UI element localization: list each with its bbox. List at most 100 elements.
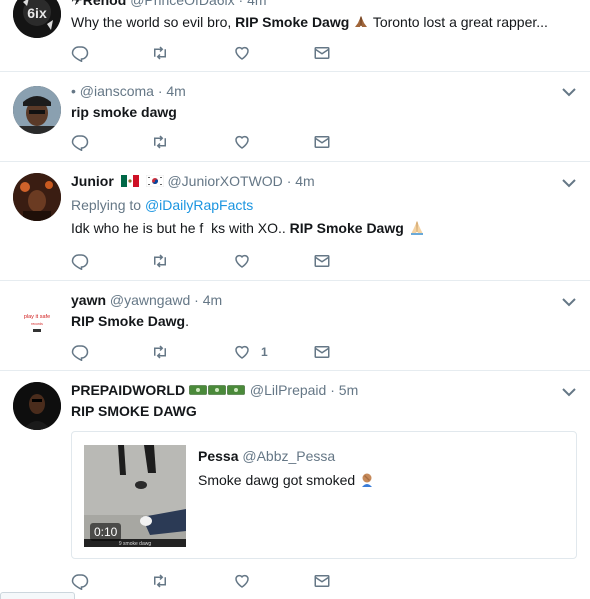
chevron-down-icon[interactable] xyxy=(562,178,576,188)
tweet[interactable]: 6ix ✈Renod @PrinceOfDa6ix · 4m Why the w… xyxy=(0,0,590,72)
avatar[interactable] xyxy=(13,173,61,221)
username[interactable]: @JuniorXOTWOD xyxy=(167,173,282,189)
timestamp[interactable]: 4m xyxy=(166,83,185,99)
tweet-text: Why the world so evil bro, RIP Smoke Daw… xyxy=(71,12,578,35)
heart-icon xyxy=(235,574,249,588)
video-thumbnail[interactable]: 9 smoke dawg 0:10 xyxy=(84,445,186,547)
chevron-down-icon[interactable] xyxy=(562,87,576,97)
retweet-button[interactable] xyxy=(151,571,169,591)
praying-hands-emoji-icon xyxy=(353,14,369,35)
tweet-text: rip smoke dawg xyxy=(71,104,177,120)
reply-icon xyxy=(71,135,89,151)
tweet-text-part: Why the world so evil bro, xyxy=(71,14,236,30)
display-name[interactable]: PREPAIDWORLD xyxy=(71,382,185,398)
tweet[interactable]: • @ianscoma · 4m rip smoke dawg xyxy=(0,71,590,162)
display-name[interactable]: yawn xyxy=(71,292,106,308)
like-button[interactable] xyxy=(233,132,251,152)
retweet-button[interactable] xyxy=(151,132,169,152)
reply-icon xyxy=(71,345,89,361)
chevron-down-icon[interactable] xyxy=(562,387,576,397)
direct-message-button[interactable] xyxy=(313,342,331,362)
username[interactable]: @yawngawd xyxy=(110,292,190,308)
reply-button[interactable] xyxy=(71,251,89,271)
avatar[interactable]: 6ix xyxy=(13,0,61,38)
tweet[interactable]: PREPAIDWORLD @LilPrepaid · 5m RIP SMOKE … xyxy=(0,371,590,599)
timestamp[interactable]: 4m xyxy=(295,173,314,189)
username[interactable]: @ianscoma xyxy=(80,83,154,99)
envelope-icon xyxy=(314,255,330,267)
retweet-button[interactable] xyxy=(151,43,169,63)
envelope-icon xyxy=(314,346,330,358)
direct-message-button[interactable] xyxy=(313,251,331,271)
tweet-header: PREPAIDWORLD @LilPrepaid · 5m xyxy=(71,380,578,400)
retweet-button[interactable] xyxy=(151,251,169,271)
direct-message-button[interactable] xyxy=(313,571,331,591)
timestamp[interactable]: 4m xyxy=(247,0,266,8)
reply-button[interactable] xyxy=(71,342,89,362)
like-button[interactable]: 1 xyxy=(233,342,268,362)
reply-button[interactable] xyxy=(71,571,89,591)
praying-hands-emoji-icon xyxy=(408,220,426,241)
like-button[interactable] xyxy=(233,571,251,591)
svg-text:6ix: 6ix xyxy=(27,5,47,21)
display-name[interactable]: ✈Renod xyxy=(71,0,126,8)
heart-icon xyxy=(235,46,249,60)
separator-dot: · xyxy=(330,382,335,398)
tweet-header: • @ianscoma · 4m xyxy=(71,81,578,101)
tweet-text-part: ks with XO.. xyxy=(211,220,290,236)
like-button[interactable] xyxy=(233,251,251,271)
tweet-text-part: Toronto lost a great rapper... xyxy=(369,14,548,30)
quoted-tweet[interactable]: 9 smoke dawg 0:10 Pessa @Abbz_Pessa Smok… xyxy=(71,431,577,559)
timestamp[interactable]: 4m xyxy=(203,292,222,308)
tweet-header: ✈Renod @PrinceOfDa6ix · 4m xyxy=(71,0,578,10)
tweet[interactable]: Junior @JuniorXOTWOD · 4m Replying to @i… xyxy=(0,162,590,281)
avatar[interactable] xyxy=(13,86,61,134)
tweet-text-part xyxy=(203,220,211,236)
horizontal-scrollbar[interactable] xyxy=(0,592,75,599)
timestamp[interactable]: 5m xyxy=(339,382,358,398)
tweet-text-bold: RIP Smoke Dawg xyxy=(235,14,350,30)
heart-icon xyxy=(235,345,249,359)
tweet-text-bold: RIP Smoke Dawg xyxy=(289,220,404,236)
envelope-icon xyxy=(314,575,330,587)
tweet-text: Idk who he is but he f ks with XO.. RIP … xyxy=(71,218,578,241)
tweet-feed: 6ix ✈Renod @PrinceOfDa6ix · 4m Why the w… xyxy=(0,0,590,599)
tweet-header: Junior @JuniorXOTWOD · 4m xyxy=(71,171,578,191)
quoted-text-part: Smoke dawg got smoked xyxy=(198,472,356,488)
separator-dot: · xyxy=(194,292,199,308)
retweet-icon xyxy=(154,46,166,60)
display-name[interactable]: Junior xyxy=(71,173,114,189)
envelope-icon xyxy=(314,47,330,59)
direct-message-button[interactable] xyxy=(313,43,331,63)
video-duration: 0:10 xyxy=(90,523,122,541)
tweet[interactable]: play it safe records yawn @yawngawd · 4m… xyxy=(0,281,590,371)
facepalm-emoji-icon xyxy=(359,472,375,493)
quoted-display-name: Pessa xyxy=(198,448,239,464)
mexico-flag-icon xyxy=(120,172,139,187)
username[interactable]: @PrinceOfDa6ix xyxy=(130,0,234,8)
avatar-title: play it safe xyxy=(24,314,50,320)
bullet: • xyxy=(71,83,76,99)
username[interactable]: @LilPrepaid xyxy=(250,382,326,398)
retweet-button[interactable] xyxy=(151,342,169,362)
heart-icon xyxy=(235,254,249,268)
avatar[interactable]: play it safe records xyxy=(13,294,61,342)
reply-button[interactable] xyxy=(71,43,89,63)
retweet-icon xyxy=(154,574,166,588)
replying-to-handle[interactable]: @iDailyRapFacts xyxy=(145,197,253,213)
retweet-icon xyxy=(154,345,166,359)
avatar[interactable] xyxy=(13,382,61,430)
separator-dot: · xyxy=(157,83,163,99)
tweet-text: RIP Smoke Dawg. xyxy=(71,311,578,331)
chevron-down-icon[interactable] xyxy=(562,297,576,307)
video-caption: 9 smoke dawg xyxy=(119,541,151,547)
direct-message-button[interactable] xyxy=(313,132,331,152)
like-count: 1 xyxy=(261,345,268,359)
envelope-icon xyxy=(314,136,330,148)
reply-icon xyxy=(71,574,89,590)
tweet-text-bold: RIP Smoke Dawg xyxy=(71,313,186,329)
reply-button[interactable] xyxy=(71,132,89,152)
like-button[interactable] xyxy=(233,43,251,63)
separator-dot: · xyxy=(238,0,244,8)
tweet-header: yawn @yawngawd · 4m xyxy=(71,290,578,310)
